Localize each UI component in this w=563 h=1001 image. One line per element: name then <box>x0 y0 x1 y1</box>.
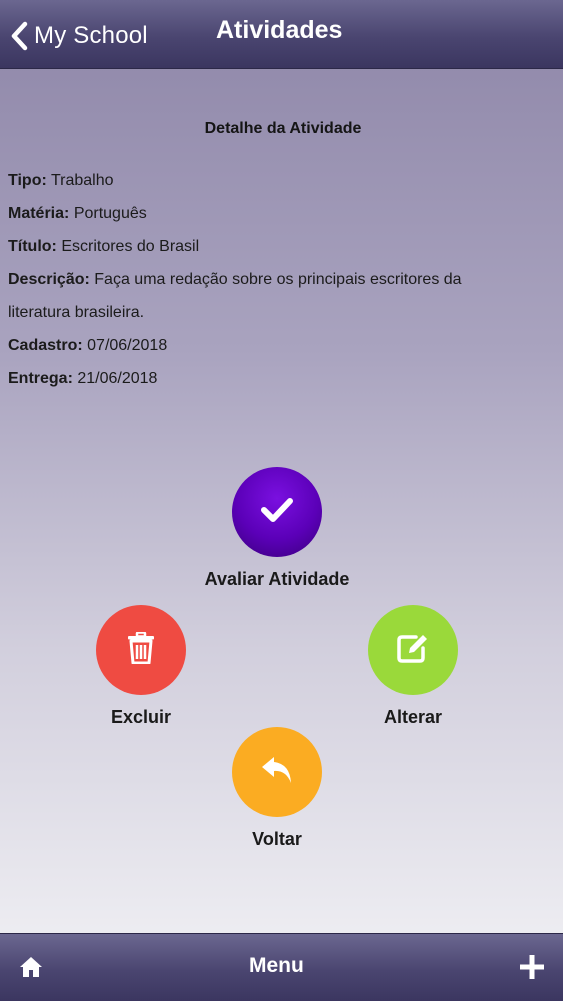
check-icon <box>259 495 295 530</box>
add-button[interactable] <box>501 934 563 1001</box>
page-title: Atividades <box>216 16 343 44</box>
detail-label: Descrição: <box>8 271 90 288</box>
reply-icon <box>260 755 294 790</box>
detail-label: Cadastro: <box>8 337 83 354</box>
edit-label: Alterar <box>383 707 443 727</box>
back-button[interactable]: My School <box>10 18 148 54</box>
detail-value: Faça uma redação sobre os principais esc… <box>94 271 462 288</box>
header-bar: My School Atividades <box>0 0 563 69</box>
detail-label: Matéria: <box>8 205 70 222</box>
detail-value: literatura brasileira. <box>8 304 145 321</box>
back-action-button[interactable]: Voltar <box>217 727 337 850</box>
detail-value: Trabalho <box>50 172 114 189</box>
detail-row-titulo: Título: Escritores do Brasil <box>8 230 548 263</box>
menu-button[interactable]: Menu <box>249 954 304 978</box>
edit-icon <box>396 632 430 669</box>
chevron-left-icon <box>10 21 28 51</box>
home-icon <box>19 956 43 983</box>
evaluate-label: Avaliar Atividade <box>204 569 350 589</box>
delete-button[interactable]: Excluir <box>81 605 201 728</box>
detail-row-cadastro: Cadastro: 07/06/2018 <box>8 329 548 362</box>
detail-value: 21/06/2018 <box>77 370 158 387</box>
activity-detail: Detalhe da Atividade Tipo: Trabalho Maté… <box>8 112 548 395</box>
detail-value: Escritores do Brasil <box>61 238 200 255</box>
back-circle[interactable] <box>232 727 322 817</box>
plus-icon <box>519 954 545 985</box>
section-title: Detalhe da Atividade <box>204 120 362 137</box>
delete-label: Excluir <box>110 707 172 727</box>
evaluate-circle[interactable] <box>232 467 322 557</box>
detail-row-tipo: Tipo: Trabalho <box>8 164 548 197</box>
detail-value: 07/06/2018 <box>87 337 168 354</box>
delete-circle[interactable] <box>96 605 186 695</box>
detail-row-descricao-cont: literatura brasileira. <box>8 296 548 329</box>
footer-bar: Menu <box>0 933 563 1001</box>
detail-row-descricao: Descrição: Faça uma redação sobre os pri… <box>8 263 548 296</box>
trash-icon <box>127 630 155 669</box>
detail-label: Tipo: <box>8 172 47 189</box>
detail-label: Entrega: <box>8 370 73 387</box>
detail-value: Português <box>73 205 147 222</box>
detail-row-materia: Matéria: Português <box>8 197 548 230</box>
detail-label: Título: <box>8 238 57 255</box>
edit-circle[interactable] <box>368 605 458 695</box>
edit-button[interactable]: Alterar <box>353 605 473 728</box>
detail-row-entrega: Entrega: 21/06/2018 <box>8 362 548 395</box>
evaluate-activity-button[interactable]: Avaliar Atividade <box>177 467 377 590</box>
back-action-label: Voltar <box>252 829 302 849</box>
back-button-label: My School <box>34 22 148 49</box>
home-button[interactable] <box>0 934 62 1001</box>
